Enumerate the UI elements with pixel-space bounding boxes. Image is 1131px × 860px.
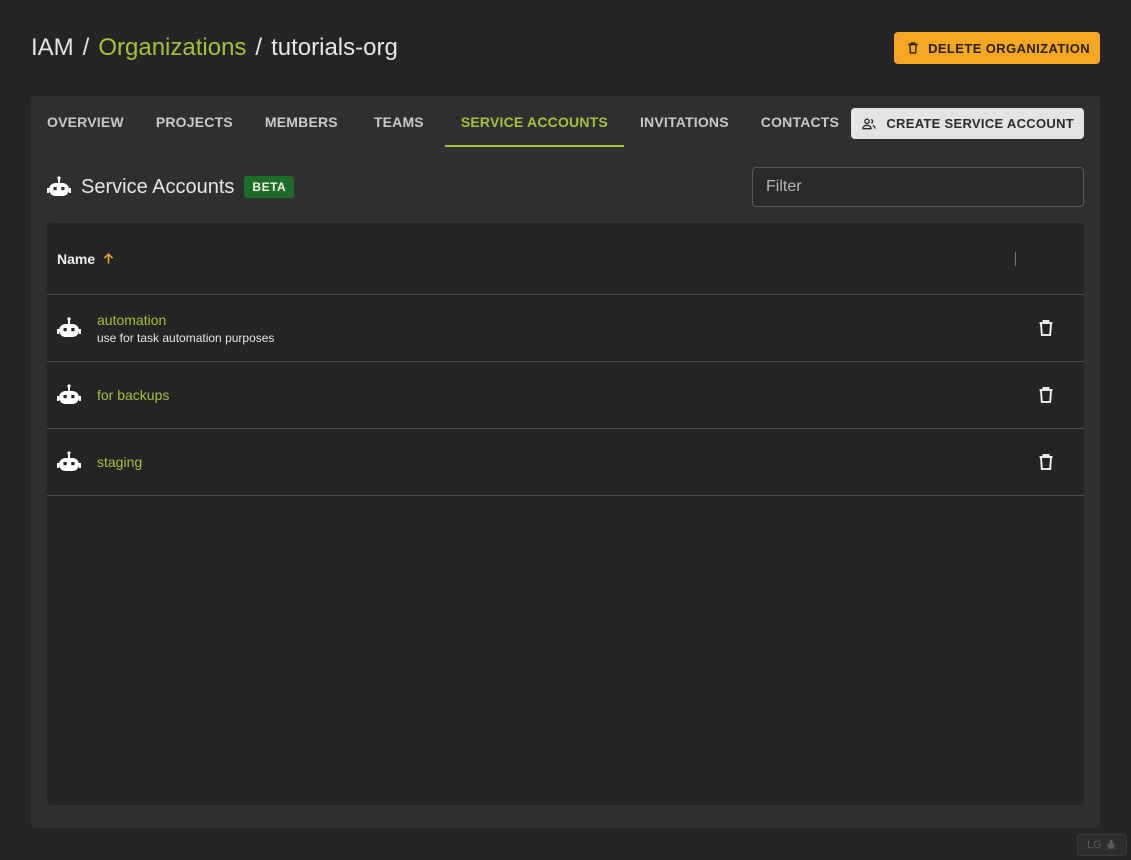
tab-overview[interactable]: OVERVIEW (31, 96, 140, 147)
delete-row-button[interactable] (1034, 450, 1058, 474)
create-service-account-button[interactable]: CREATE SERVICE ACCOUNT (851, 108, 1084, 139)
tab-contacts[interactable]: CONTACTS (745, 96, 855, 147)
table-row[interactable]: for backups (47, 362, 1084, 429)
tab-label: INVITATIONS (639, 113, 729, 130)
robot-icon (47, 175, 71, 199)
tab-label: CONTACTS (760, 113, 840, 130)
people-icon (862, 118, 877, 129)
tab-members[interactable]: MEMBERS (249, 96, 358, 147)
filter-input[interactable] (752, 167, 1084, 207)
trash-icon (1039, 320, 1053, 336)
robot-icon (57, 450, 81, 474)
beta-badge: BETA (244, 176, 295, 198)
row-text: automation use for task automation purpo… (97, 312, 1034, 345)
organization-card: OVERVIEW PROJECTS MEMBERS TEAMS SERVICE … (31, 96, 1100, 828)
breadcrumb-separator: / (82, 34, 90, 61)
tab-projects[interactable]: PROJECTS (140, 96, 249, 147)
create-service-account-label: CREATE SERVICE ACCOUNT (886, 116, 1074, 131)
tab-label: OVERVIEW (47, 113, 124, 130)
row-text: for backups (97, 387, 1034, 403)
corner-label: LG (1087, 839, 1102, 851)
corner-badge[interactable]: LG (1077, 834, 1127, 856)
breadcrumb-current: tutorials-org (271, 34, 398, 61)
section-header: Service Accounts BETA (47, 175, 295, 199)
page-header: IAM / Organizations / tutorials-org DELE… (31, 32, 1100, 64)
service-accounts-table: Name automation use for task automation … (47, 223, 1084, 805)
service-account-name-link[interactable]: for backups (97, 387, 1034, 403)
delete-row-button[interactable] (1034, 316, 1058, 340)
breadcrumb-separator: / (255, 34, 263, 61)
tab-invitations[interactable]: INVITATIONS (624, 96, 745, 147)
name-column-header[interactable]: Name (57, 251, 116, 267)
tab-teams[interactable]: TEAMS (358, 96, 445, 147)
tab-service-accounts[interactable]: SERVICE ACCOUNTS (444, 96, 625, 147)
service-account-name-link[interactable]: automation (97, 312, 1034, 328)
service-account-description: use for task automation purposes (97, 330, 275, 345)
tab-label: MEMBERS (264, 113, 338, 130)
breadcrumb-organizations-link[interactable]: Organizations (98, 34, 246, 62)
tab-label: PROJECTS (155, 113, 233, 130)
arrow-up-icon (104, 253, 114, 264)
bug-icon (1105, 840, 1116, 849)
column-label: Name (57, 250, 96, 267)
delete-organization-button[interactable]: DELETE ORGANIZATION (894, 32, 1100, 64)
tab-bar: OVERVIEW PROJECTS MEMBERS TEAMS SERVICE … (31, 96, 855, 147)
delete-organization-label: DELETE ORGANIZATION (928, 40, 1090, 56)
robot-icon (57, 383, 81, 407)
trash-icon (908, 42, 918, 54)
column-resizer[interactable] (1015, 251, 1016, 266)
table-row[interactable]: staging (47, 429, 1084, 496)
section-title: Service Accounts (81, 175, 235, 198)
breadcrumb: IAM / Organizations / tutorials-org (31, 34, 398, 62)
table-row[interactable]: automation use for task automation purpo… (47, 295, 1084, 362)
trash-icon (1039, 387, 1053, 403)
delete-row-button[interactable] (1034, 383, 1058, 407)
tab-label: TEAMS (373, 113, 424, 130)
breadcrumb-root[interactable]: IAM (31, 34, 74, 62)
tab-label: SERVICE ACCOUNTS (460, 113, 608, 130)
service-account-name-link[interactable]: staging (97, 454, 1034, 470)
table-header: Name (47, 223, 1084, 295)
page: IAM / Organizations / tutorials-org DELE… (0, 0, 1131, 860)
trash-icon (1039, 454, 1053, 470)
row-text: staging (97, 454, 1034, 470)
robot-icon (57, 316, 81, 340)
